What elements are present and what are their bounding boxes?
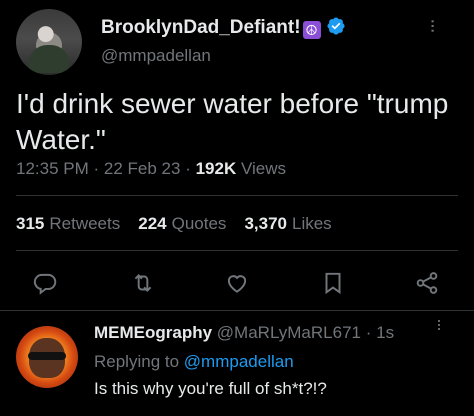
reply-author-handle[interactable]: @MaRLyMaRL671 — [217, 323, 361, 342]
retweets-stat[interactable]: 315 Retweets — [16, 214, 120, 233]
reply-author-name[interactable]: MEMEography — [94, 323, 212, 342]
reply-header: MEMEography @MaRLyMaRL671 · 1s — [94, 323, 394, 343]
meta-separator: · — [185, 159, 196, 178]
divider — [16, 250, 458, 251]
reply-text: Is this why you're full of sh*t?!? — [94, 379, 327, 398]
divider — [0, 310, 474, 311]
author-avatar[interactable] — [16, 9, 82, 75]
retweet-icon[interactable] — [130, 270, 156, 296]
tweet-actions — [16, 262, 458, 302]
likes-label: Likes — [291, 214, 332, 233]
meta-separator: · — [365, 323, 372, 342]
likes-count: 3,370 — [244, 214, 287, 233]
like-icon[interactable] — [224, 270, 250, 296]
tweet-text: I'd drink sewer water before "trump Wate… — [16, 88, 449, 155]
tweet-meta: 12:35 PM · 22 Feb 23 · 192K Views — [16, 159, 286, 179]
reply-more-options-icon[interactable]: ··· — [429, 318, 450, 330]
replying-to: Replying to @mmpadellan — [94, 352, 294, 372]
replying-to-handle[interactable]: @mmpadellan — [184, 352, 294, 371]
share-icon[interactable] — [414, 270, 440, 296]
author-name-text: BrooklynDad_Defiant! — [101, 17, 301, 38]
views-count: 192K — [195, 159, 237, 178]
peace-emoji-icon: ☮ — [302, 21, 321, 39]
author-handle[interactable]: @mmpadellan — [101, 46, 211, 66]
tweet-stats: 315 Retweets 224 Quotes 3,370 Likes — [16, 214, 332, 234]
divider — [16, 195, 458, 196]
quotes-count: 224 — [138, 214, 167, 233]
verified-badge-icon — [326, 16, 346, 42]
retweets-label: Retweets — [49, 214, 121, 233]
likes-stat[interactable]: 3,370 Likes — [244, 214, 331, 233]
quotes-label: Quotes — [171, 214, 227, 233]
retweets-count: 315 — [16, 214, 45, 233]
more-options-icon[interactable]: ··· — [421, 18, 444, 32]
replying-to-label: Replying to — [94, 352, 180, 371]
views-label: Views — [240, 159, 286, 178]
bookmark-icon[interactable] — [320, 270, 346, 296]
author-display-name[interactable]: BrooklynDad_Defiant! ☮ — [101, 16, 346, 42]
reply-author-avatar[interactable] — [16, 326, 78, 388]
reply-age[interactable]: 1s — [376, 323, 394, 342]
tweet-time[interactable]: 12:35 PM — [16, 159, 89, 178]
tweet-date[interactable]: 22 Feb 23 — [104, 159, 181, 178]
quotes-stat[interactable]: 224 Quotes — [138, 214, 226, 233]
reply-icon[interactable] — [32, 270, 58, 296]
meta-separator: · — [93, 159, 104, 178]
